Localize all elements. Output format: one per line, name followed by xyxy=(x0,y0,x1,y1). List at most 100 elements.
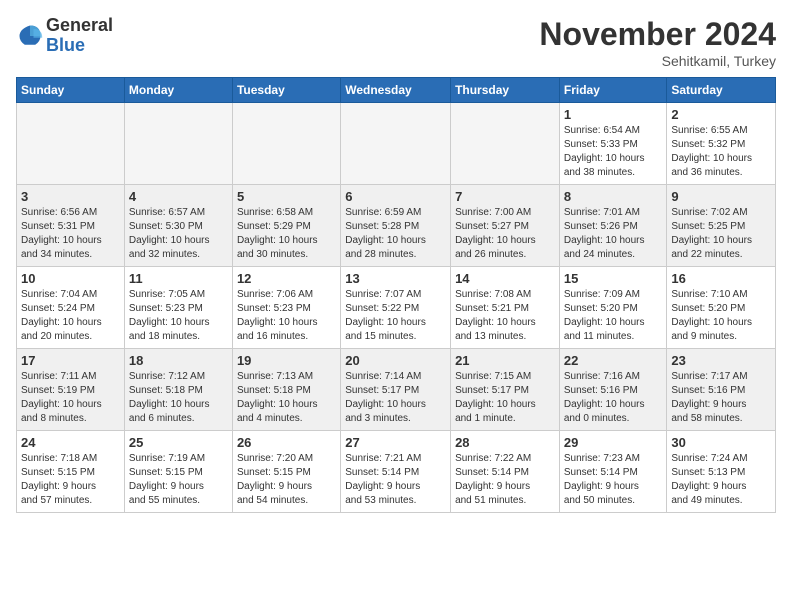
weekday-header-monday: Monday xyxy=(124,78,232,103)
calendar-day-cell: 17 Sunrise: 7:11 AM Sunset: 5:19 PM Dayli… xyxy=(17,349,125,431)
day-number: 13 xyxy=(345,271,446,286)
calendar-day-cell: 24Sunrise: 7:18 AM Sunset: 5:15 PM Dayli… xyxy=(17,431,125,513)
calendar-day-cell: 13 Sunrise: 7:07 AM Sunset: 5:22 PM Dayli… xyxy=(341,267,451,349)
day-number: 8 xyxy=(564,189,663,204)
calendar-day-cell: 8 Sunrise: 7:01 AM Sunset: 5:26 PM Daylig… xyxy=(559,185,667,267)
day-number: 1 xyxy=(564,107,663,122)
weekday-header-wednesday: Wednesday xyxy=(341,78,451,103)
day-info: Sunrise: 6:56 AM Sunset: 5:31 PM Dayligh… xyxy=(21,206,120,262)
day-info: Sunrise: 7:06 AM Sunset: 5:23 PM Dayligh… xyxy=(237,288,336,344)
day-info: Sunrise: 7:13 AM Sunset: 5:18 PM Dayligh… xyxy=(237,370,336,426)
calendar-day-cell xyxy=(451,103,560,185)
calendar-day-cell: 19 Sunrise: 7:13 AM Sunset: 5:18 PM Dayli… xyxy=(232,349,340,431)
weekday-header-sunday: Sunday xyxy=(17,78,125,103)
calendar-day-cell xyxy=(17,103,125,185)
day-number: 6 xyxy=(345,189,446,204)
day-number: 30 xyxy=(671,435,771,450)
weekday-header-saturday: Saturday xyxy=(667,78,776,103)
calendar-day-cell: 15 Sunrise: 7:09 AM Sunset: 5:20 PM Dayli… xyxy=(559,267,667,349)
day-info: Sunrise: 7:10 AM Sunset: 5:20 PM Dayligh… xyxy=(671,288,771,344)
day-number: 28 xyxy=(455,435,555,450)
day-info: Sunrise: 7:01 AM Sunset: 5:26 PM Dayligh… xyxy=(564,206,663,262)
day-number: 16 xyxy=(671,271,771,286)
day-info: Sunrise: 7:14 AM Sunset: 5:17 PM Dayligh… xyxy=(345,370,446,426)
day-number: 7 xyxy=(455,189,555,204)
calendar-day-cell: 7 Sunrise: 7:00 AM Sunset: 5:27 PM Daylig… xyxy=(451,185,560,267)
day-info: Sunrise: 6:54 AM Sunset: 5:33 PM Dayligh… xyxy=(564,124,663,180)
location-subtitle: Sehitkamil, Turkey xyxy=(539,53,776,69)
day-info: Sunrise: 6:58 AM Sunset: 5:29 PM Dayligh… xyxy=(237,206,336,262)
day-number: 12 xyxy=(237,271,336,286)
day-info: Sunrise: 7:04 AM Sunset: 5:24 PM Dayligh… xyxy=(21,288,120,344)
day-info: Sunrise: 7:17 AM Sunset: 5:16 PM Dayligh… xyxy=(671,370,771,426)
day-info: Sunrise: 7:20 AM Sunset: 5:15 PM Dayligh… xyxy=(237,452,336,508)
day-number: 18 xyxy=(129,353,228,368)
calendar-day-cell: 29 Sunrise: 7:23 AM Sunset: 5:14 PM Dayli… xyxy=(559,431,667,513)
logo-general-text: General xyxy=(46,16,113,36)
day-info: Sunrise: 7:23 AM Sunset: 5:14 PM Dayligh… xyxy=(564,452,663,508)
calendar-day-cell: 16 Sunrise: 7:10 AM Sunset: 5:20 PM Dayli… xyxy=(667,267,776,349)
day-info: Sunrise: 7:07 AM Sunset: 5:22 PM Dayligh… xyxy=(345,288,446,344)
day-number: 3 xyxy=(21,189,120,204)
title-block: November 2024 Sehitkamil, Turkey xyxy=(539,16,776,69)
calendar-day-cell: 14 Sunrise: 7:08 AM Sunset: 5:21 PM Dayli… xyxy=(451,267,560,349)
calendar-day-cell: 2 Sunrise: 6:55 AM Sunset: 5:32 PM Daylig… xyxy=(667,103,776,185)
calendar-day-cell xyxy=(232,103,340,185)
day-info: Sunrise: 7:09 AM Sunset: 5:20 PM Dayligh… xyxy=(564,288,663,344)
month-title: November 2024 xyxy=(539,16,776,53)
day-info: Sunrise: 7:19 AM Sunset: 5:15 PM Dayligh… xyxy=(129,452,228,508)
day-number: 10 xyxy=(21,271,120,286)
day-info: Sunrise: 7:11 AM Sunset: 5:19 PM Dayligh… xyxy=(21,370,120,426)
day-number: 21 xyxy=(455,353,555,368)
calendar-day-cell: 25 Sunrise: 7:19 AM Sunset: 5:15 PM Dayli… xyxy=(124,431,232,513)
weekday-header-thursday: Thursday xyxy=(451,78,560,103)
calendar-day-cell: 5 Sunrise: 6:58 AM Sunset: 5:29 PM Daylig… xyxy=(232,185,340,267)
day-info: Sunrise: 7:22 AM Sunset: 5:14 PM Dayligh… xyxy=(455,452,555,508)
calendar-day-cell: 9 Sunrise: 7:02 AM Sunset: 5:25 PM Daylig… xyxy=(667,185,776,267)
day-number: 15 xyxy=(564,271,663,286)
calendar-day-cell: 6Sunrise: 6:59 AM Sunset: 5:28 PM Daylig… xyxy=(341,185,451,267)
day-info: Sunrise: 7:02 AM Sunset: 5:25 PM Dayligh… xyxy=(671,206,771,262)
logo-icon xyxy=(16,22,44,50)
calendar-week-row: 24Sunrise: 7:18 AM Sunset: 5:15 PM Dayli… xyxy=(17,431,776,513)
day-number: 5 xyxy=(237,189,336,204)
calendar-day-cell: 3 Sunrise: 6:56 AM Sunset: 5:31 PM Daylig… xyxy=(17,185,125,267)
calendar-day-cell: 30Sunrise: 7:24 AM Sunset: 5:13 PM Dayli… xyxy=(667,431,776,513)
day-number: 14 xyxy=(455,271,555,286)
calendar-day-cell: 4 Sunrise: 6:57 AM Sunset: 5:30 PM Daylig… xyxy=(124,185,232,267)
calendar-week-row: 1 Sunrise: 6:54 AM Sunset: 5:33 PM Daylig… xyxy=(17,103,776,185)
day-number: 9 xyxy=(671,189,771,204)
day-info: Sunrise: 7:08 AM Sunset: 5:21 PM Dayligh… xyxy=(455,288,555,344)
calendar-day-cell xyxy=(341,103,451,185)
page-header: General Blue November 2024 Sehitkamil, T… xyxy=(16,16,776,69)
day-number: 29 xyxy=(564,435,663,450)
day-number: 4 xyxy=(129,189,228,204)
calendar-day-cell: 10 Sunrise: 7:04 AM Sunset: 5:24 PM Dayli… xyxy=(17,267,125,349)
day-info: Sunrise: 7:15 AM Sunset: 5:17 PM Dayligh… xyxy=(455,370,555,426)
calendar-day-cell: 27 Sunrise: 7:21 AM Sunset: 5:14 PM Dayli… xyxy=(341,431,451,513)
day-info: Sunrise: 7:21 AM Sunset: 5:14 PM Dayligh… xyxy=(345,452,446,508)
calendar-week-row: 17 Sunrise: 7:11 AM Sunset: 5:19 PM Dayli… xyxy=(17,349,776,431)
day-number: 11 xyxy=(129,271,228,286)
weekday-header-friday: Friday xyxy=(559,78,667,103)
day-number: 23 xyxy=(671,353,771,368)
weekday-header-tuesday: Tuesday xyxy=(232,78,340,103)
day-info: Sunrise: 6:55 AM Sunset: 5:32 PM Dayligh… xyxy=(671,124,771,180)
day-number: 27 xyxy=(345,435,446,450)
calendar-day-cell: 18Sunrise: 7:12 AM Sunset: 5:18 PM Dayli… xyxy=(124,349,232,431)
calendar-day-cell: 28 Sunrise: 7:22 AM Sunset: 5:14 PM Dayli… xyxy=(451,431,560,513)
calendar-day-cell xyxy=(124,103,232,185)
day-info: Sunrise: 6:57 AM Sunset: 5:30 PM Dayligh… xyxy=(129,206,228,262)
calendar-week-row: 3 Sunrise: 6:56 AM Sunset: 5:31 PM Daylig… xyxy=(17,185,776,267)
day-number: 19 xyxy=(237,353,336,368)
logo: General Blue xyxy=(16,16,113,56)
day-number: 25 xyxy=(129,435,228,450)
calendar-day-cell: 12 Sunrise: 7:06 AM Sunset: 5:23 PM Dayli… xyxy=(232,267,340,349)
day-info: Sunrise: 7:00 AM Sunset: 5:27 PM Dayligh… xyxy=(455,206,555,262)
day-number: 17 xyxy=(21,353,120,368)
calendar-day-cell: 23 Sunrise: 7:17 AM Sunset: 5:16 PM Dayli… xyxy=(667,349,776,431)
day-number: 2 xyxy=(671,107,771,122)
day-info: Sunrise: 7:18 AM Sunset: 5:15 PM Dayligh… xyxy=(21,452,120,508)
day-info: Sunrise: 7:05 AM Sunset: 5:23 PM Dayligh… xyxy=(129,288,228,344)
calendar-week-row: 10 Sunrise: 7:04 AM Sunset: 5:24 PM Dayli… xyxy=(17,267,776,349)
